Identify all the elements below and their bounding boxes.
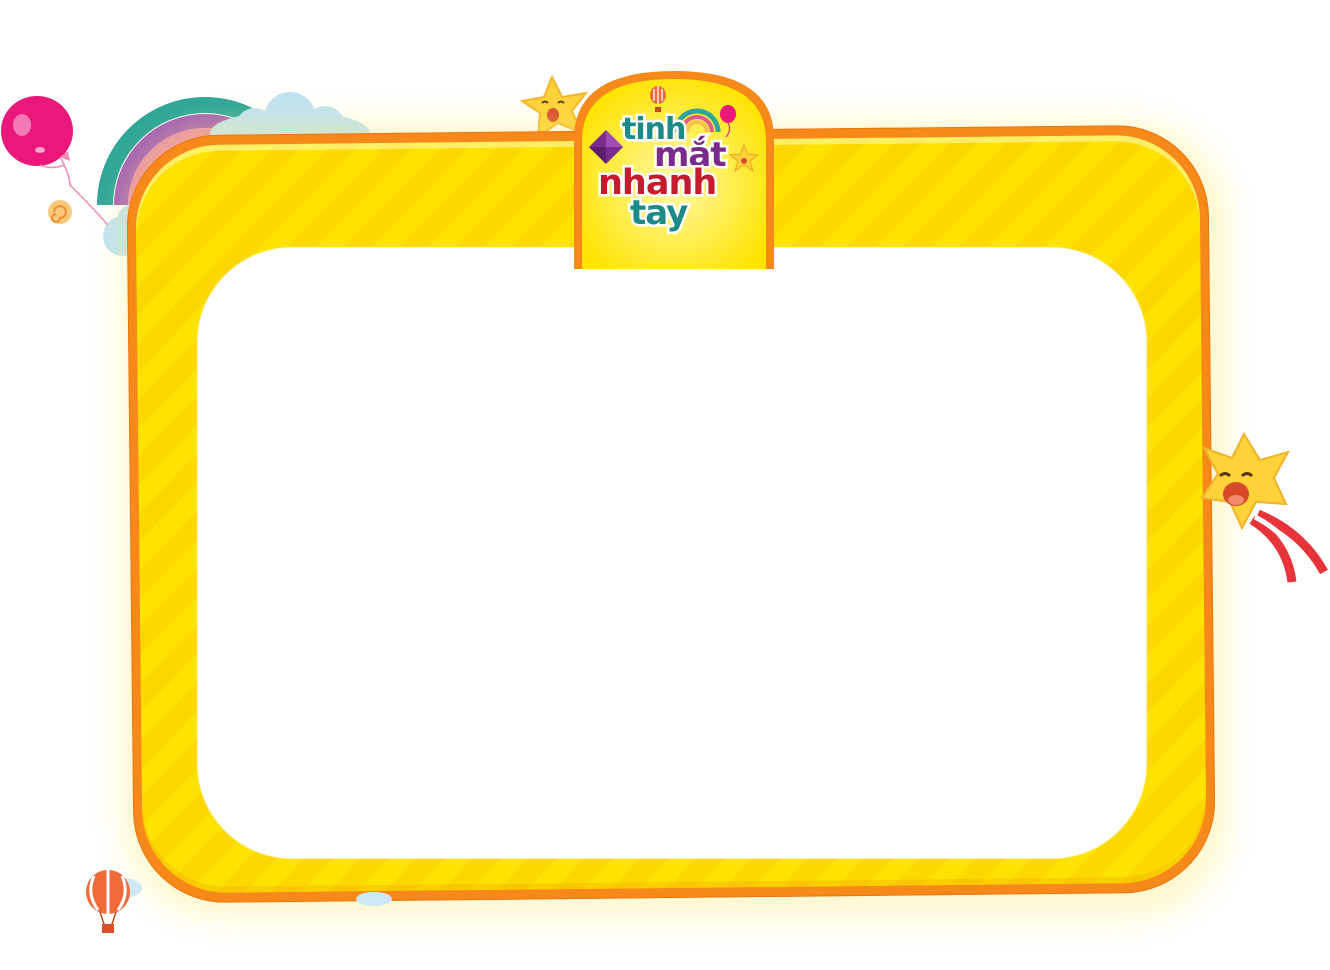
balloon-icon <box>720 105 736 138</box>
logo-word-4: tay <box>627 193 690 233</box>
hot-air-balloon-icon <box>86 870 142 933</box>
candy-icon <box>48 200 72 224</box>
star-mascot-icon <box>728 143 760 173</box>
kite-icon <box>589 130 623 164</box>
game-stage-panel[interactable] <box>197 247 1147 859</box>
hot-air-balloon-icon <box>650 86 666 112</box>
cloud-icon <box>356 892 392 906</box>
star-mascot-icon <box>1200 432 1328 583</box>
